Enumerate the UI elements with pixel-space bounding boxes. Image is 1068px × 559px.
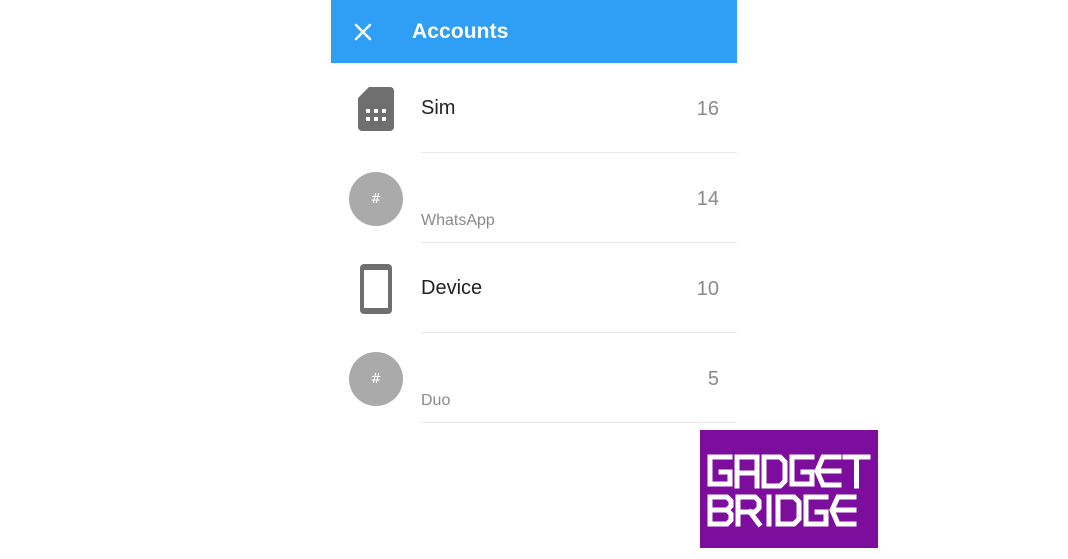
phone-device-icon [360, 264, 392, 314]
app-bar: Accounts [331, 0, 737, 63]
contact-count: 5 [707, 368, 719, 390]
accounts-list: Sim 16 # WhatsApp 14 Device 10 # Duo 5 [331, 63, 737, 423]
contact-count: 10 [696, 278, 719, 300]
contact-count: 14 [696, 188, 719, 210]
account-type: WhatsApp [421, 212, 495, 229]
page: Accounts Sim 16 # WhatsApp 14 Device 10 … [0, 0, 1068, 559]
divider [421, 422, 737, 423]
gadgetbridge-logo-icon [707, 454, 871, 528]
account-row-whatsapp[interactable]: # WhatsApp 14 [331, 153, 737, 243]
contact-count: 16 [696, 98, 719, 120]
accounts-screen: Accounts Sim 16 # WhatsApp 14 Device 10 … [331, 0, 737, 430]
gadgetbridge-logo [700, 430, 878, 548]
close-button[interactable] [333, 0, 393, 63]
close-icon [354, 23, 372, 40]
account-row-sim[interactable]: Sim 16 [331, 63, 737, 153]
hash-avatar-icon: # [349, 352, 403, 406]
account-type: Duo [421, 392, 451, 409]
account-name: Device [421, 277, 483, 299]
sim-card-icon [358, 87, 394, 131]
account-name: Sim [421, 97, 456, 119]
account-icon: # [348, 171, 404, 227]
account-row-device[interactable]: Device 10 [331, 243, 737, 333]
account-row-duo[interactable]: # Duo 5 [331, 333, 737, 423]
account-icon: # [348, 351, 404, 407]
page-title: Accounts [412, 19, 509, 43]
account-icon [348, 261, 404, 317]
account-icon [348, 81, 404, 137]
hash-avatar-icon: # [349, 172, 403, 226]
